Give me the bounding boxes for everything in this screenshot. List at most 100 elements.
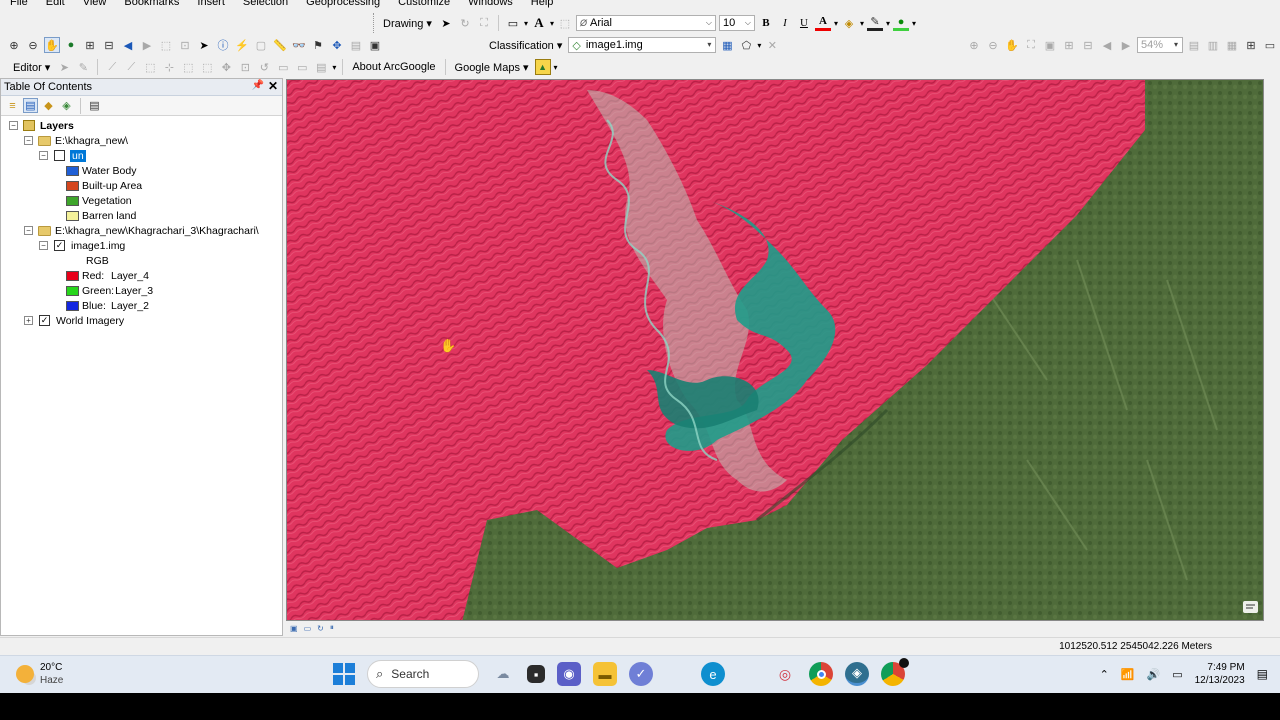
- wifi-icon[interactable]: 📶: [1121, 668, 1135, 681]
- edge-icon[interactable]: e: [701, 662, 725, 686]
- chevron-down-icon[interactable]: ▾: [704, 39, 714, 51]
- split-icon[interactable]: ⊹: [161, 59, 177, 75]
- draw-polygon-icon[interactable]: ⬠: [738, 37, 754, 53]
- font-color-button[interactable]: A: [814, 16, 831, 31]
- full-extent-icon[interactable]: ●: [63, 37, 79, 53]
- map-canvas[interactable]: ✋: [287, 80, 1264, 621]
- chevron-down-icon[interactable]: ▾: [332, 63, 336, 72]
- measure-icon[interactable]: 📏: [272, 37, 288, 53]
- create-viewer-icon[interactable]: ▣: [367, 37, 383, 53]
- start-icon[interactable]: [333, 663, 355, 685]
- pause-drawing-icon[interactable]: ⏸: [330, 623, 334, 633]
- zoom-whole-page-icon[interactable]: ⛶: [1023, 37, 1039, 53]
- chevron-down-icon[interactable]: ▾: [550, 19, 554, 28]
- collapse-icon[interactable]: −: [24, 226, 33, 235]
- hyperlink-icon[interactable]: ⚡: [234, 37, 250, 53]
- identify-icon[interactable]: ⓘ: [215, 37, 231, 53]
- select-features-icon[interactable]: ⬚: [158, 37, 174, 53]
- widgets-icon[interactable]: ☁: [491, 662, 515, 686]
- select-elements-icon[interactable]: ➤: [196, 37, 212, 53]
- pan-icon[interactable]: ✋: [44, 37, 60, 53]
- layer-visibility-checkbox[interactable]: ✓: [39, 315, 50, 326]
- fixed-zoom-in-icon[interactable]: ⊞: [82, 37, 98, 53]
- layer-visibility-checkbox[interactable]: ✓: [54, 240, 65, 251]
- layer-un[interactable]: − un: [39, 148, 86, 163]
- find-icon[interactable]: 👓: [291, 37, 307, 53]
- collapse-icon[interactable]: −: [9, 121, 18, 130]
- task-view-icon[interactable]: ▪: [527, 665, 545, 683]
- chevron-down-icon[interactable]: ▾: [834, 19, 838, 28]
- edit-vertices-icon[interactable]: ▭: [294, 59, 310, 75]
- options-icon[interactable]: ▤: [87, 98, 102, 113]
- change-layout-icon[interactable]: ▦: [1224, 37, 1240, 53]
- chevron-down-icon[interactable]: ▾: [886, 19, 890, 28]
- training-sample-manager-icon[interactable]: ▦: [719, 37, 735, 53]
- back-extent-icon[interactable]: ◀: [120, 37, 136, 53]
- weather-widget[interactable]: 20°C Haze: [16, 661, 63, 687]
- map-display[interactable]: ✋: [286, 79, 1264, 621]
- zoom-in-icon[interactable]: ⊕: [6, 37, 22, 53]
- toggle-draft-icon[interactable]: ▤: [1186, 37, 1202, 53]
- select-elements-icon[interactable]: ➤: [438, 15, 454, 31]
- file-explorer-icon[interactable]: ▬: [593, 662, 617, 686]
- collapse-icon[interactable]: −: [24, 136, 33, 145]
- chevron-down-icon[interactable]: ▾: [554, 63, 558, 72]
- editor-menu[interactable]: Editor ▾: [10, 61, 53, 74]
- attributes-icon[interactable]: ⊡: [237, 59, 253, 75]
- go-to-xy-icon[interactable]: ✥: [329, 37, 345, 53]
- layout-view-icon[interactable]: ▭: [304, 624, 312, 633]
- edit-tool-icon[interactable]: ➤: [56, 59, 72, 75]
- collapse-icon[interactable]: −: [39, 151, 48, 160]
- map-tips-icon[interactable]: [1243, 601, 1258, 613]
- layout-zoom-combo[interactable]: 54% ▾: [1137, 37, 1183, 53]
- sketch-properties-icon[interactable]: ↺: [256, 59, 272, 75]
- about-arcgoogle-button[interactable]: About ArcGoogle: [349, 61, 438, 73]
- google-earth-icon[interactable]: ▲: [534, 59, 551, 75]
- new-text-icon[interactable]: A: [531, 15, 547, 31]
- menu-edit[interactable]: Edit: [36, 0, 73, 10]
- chevron-down-icon[interactable]: ⌵: [704, 17, 714, 29]
- edit-vertices-icon[interactable]: ⬚: [557, 15, 573, 31]
- close-icon[interactable]: ✕: [268, 79, 278, 93]
- font-size-combo[interactable]: 10 ⌵: [718, 15, 755, 31]
- list-by-source-icon[interactable]: ▤: [23, 98, 38, 113]
- folder-khagra-new[interactable]: − E:\khagra_new\: [24, 133, 128, 148]
- collapse-icon[interactable]: −: [39, 241, 48, 250]
- pin-icon[interactable]: 📌: [252, 80, 264, 91]
- chevron-down-icon[interactable]: ▾: [524, 19, 528, 28]
- layer-visibility-checkbox[interactable]: [54, 150, 65, 161]
- google-maps-menu[interactable]: Google Maps ▾: [452, 61, 532, 74]
- chevron-down-icon[interactable]: ▾: [860, 19, 864, 28]
- drawing-menu[interactable]: Drawing ▾: [380, 17, 435, 30]
- layout-back-icon[interactable]: ◀: [1099, 37, 1115, 53]
- edit-annotation-icon[interactable]: ✎: [75, 59, 91, 75]
- arcmap-icon[interactable]: ◈: [845, 662, 869, 686]
- table-icon[interactable]: ▤: [313, 59, 329, 75]
- chevron-down-icon[interactable]: ▾: [757, 41, 761, 50]
- layout-view-icon[interactable]: ▭: [1262, 37, 1278, 53]
- menu-windows[interactable]: Windows: [458, 0, 521, 10]
- reshape-icon[interactable]: ⬚: [180, 59, 196, 75]
- expand-icon[interactable]: +: [24, 316, 33, 325]
- menu-insert[interactable]: Insert: [187, 0, 233, 10]
- underline-button[interactable]: U: [796, 15, 812, 31]
- menu-customize[interactable]: Customize: [388, 0, 458, 10]
- vertical-scrollbar[interactable]: [1266, 62, 1280, 622]
- straight-segment-icon[interactable]: ⟋: [104, 59, 120, 75]
- chrome-profile-icon[interactable]: [881, 658, 909, 686]
- layer-name-label[interactable]: image1.img: [71, 240, 125, 252]
- layer-name-label[interactable]: un: [70, 149, 86, 162]
- font-combo[interactable]: Ø Arial ⌵: [575, 15, 716, 31]
- volume-icon[interactable]: 🔊: [1146, 668, 1160, 681]
- time-slider-icon[interactable]: ▤: [348, 37, 364, 53]
- clear-selection-icon[interactable]: ⊡: [177, 37, 193, 53]
- app-icon[interactable]: ◎: [773, 662, 797, 686]
- battery-icon[interactable]: ▭: [1172, 668, 1182, 681]
- layer-image1[interactable]: − ✓ image1.img: [39, 238, 125, 253]
- layer-combo[interactable]: ◇ image1.img ▾: [568, 37, 717, 53]
- refresh-icon[interactable]: ↻: [317, 624, 324, 633]
- chevron-up-icon[interactable]: ⌃: [1100, 668, 1109, 681]
- folder-khagrachari[interactable]: − E:\khagra_new\Khagrachari_3\Khagrachar…: [24, 223, 259, 238]
- layout-zoom-in-icon[interactable]: ⊕: [966, 37, 982, 53]
- chevron-down-icon[interactable]: ⌵: [743, 17, 753, 29]
